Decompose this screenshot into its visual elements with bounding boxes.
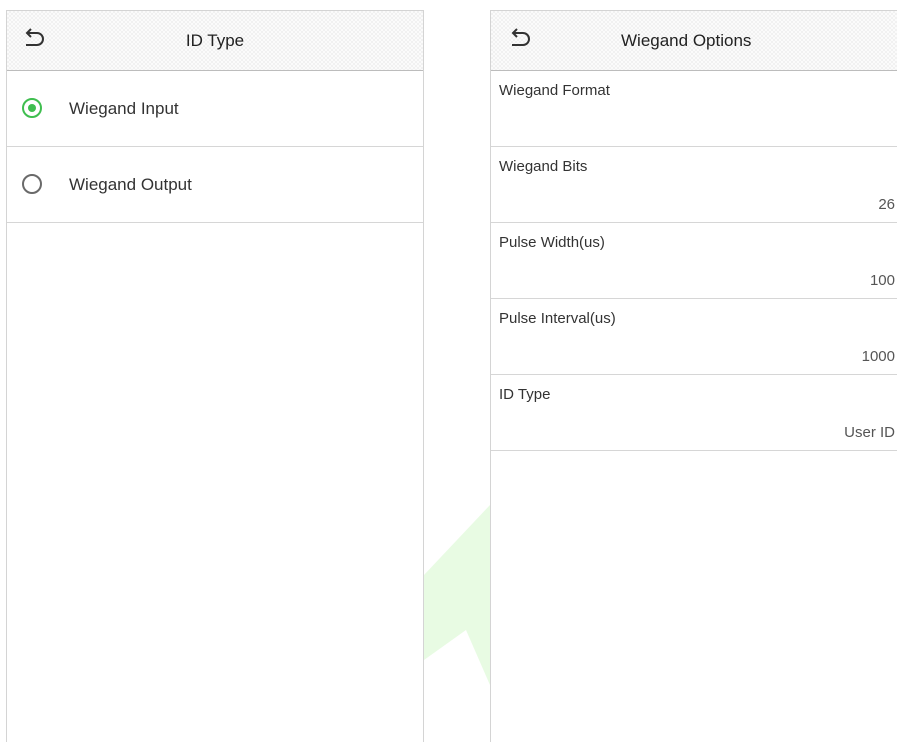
option-value: User ID	[844, 424, 895, 441]
wiegand-options-panel: Wiegand Options Wiegand Format Wiegand B…	[490, 10, 897, 742]
option-value: 26	[878, 196, 895, 213]
id-type-panel: ID Type Wiegand Input Wiegand Output	[6, 10, 424, 742]
page-title: ID Type	[185, 31, 245, 50]
radio-option-wiegand-input[interactable]: Wiegand Input	[7, 71, 423, 147]
radio-option-label: Wiegand Input	[69, 99, 179, 118]
radio-checked-icon[interactable]	[22, 98, 42, 118]
option-label: Pulse Interval(us)	[499, 310, 616, 327]
watermark-arrow-icon	[424, 505, 490, 685]
option-wiegand-format[interactable]: Wiegand Format	[491, 71, 897, 147]
option-label: Pulse Width(us)	[499, 234, 605, 251]
option-value: 100	[869, 272, 895, 289]
radio-option-label: Wiegand Output	[69, 175, 192, 194]
option-pulse-interval[interactable]: Pulse Interval(us) 1000	[491, 299, 897, 375]
id-type-header: ID Type	[7, 11, 423, 71]
option-id-type[interactable]: ID Type User ID	[491, 375, 897, 451]
option-pulse-width[interactable]: Pulse Width(us) 100	[491, 223, 897, 299]
radio-option-wiegand-output[interactable]: Wiegand Output	[7, 147, 423, 223]
option-wiegand-bits[interactable]: Wiegand Bits 26	[491, 147, 897, 223]
radio-unchecked-icon[interactable]	[22, 174, 42, 194]
page-title: Wiegand Options	[621, 31, 752, 50]
option-label: ID Type	[499, 386, 551, 403]
wiegand-options-header: Wiegand Options	[491, 11, 897, 71]
option-value: 1000	[861, 348, 895, 365]
option-label: Wiegand Bits	[499, 158, 588, 175]
option-label: Wiegand Format	[499, 82, 610, 99]
back-arrow-icon[interactable]	[509, 28, 531, 53]
